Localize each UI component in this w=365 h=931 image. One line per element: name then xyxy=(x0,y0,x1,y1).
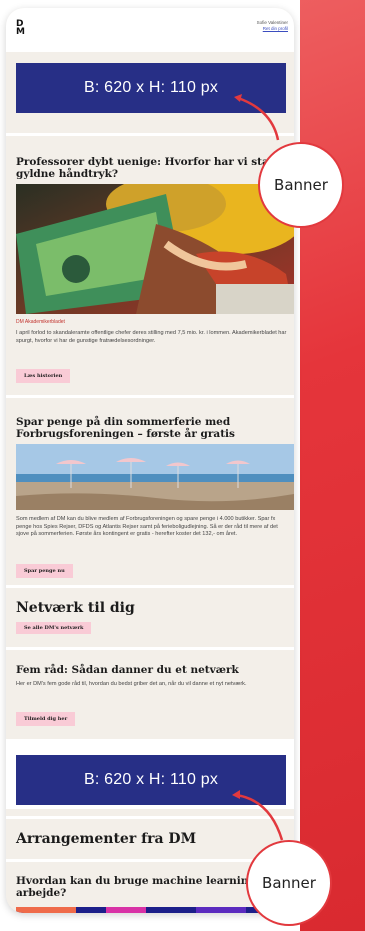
callout-label: Banner xyxy=(262,874,316,892)
arrow-top xyxy=(237,96,280,141)
banner-callout-bottom: Banner xyxy=(246,840,332,926)
banner-callout-top: Banner xyxy=(258,142,344,228)
arrowhead-top xyxy=(234,94,242,102)
callout-label: Banner xyxy=(274,176,328,194)
arrowhead-bottom xyxy=(232,790,240,799)
callout-arrows xyxy=(232,94,284,841)
arrow-bottom xyxy=(235,793,284,841)
